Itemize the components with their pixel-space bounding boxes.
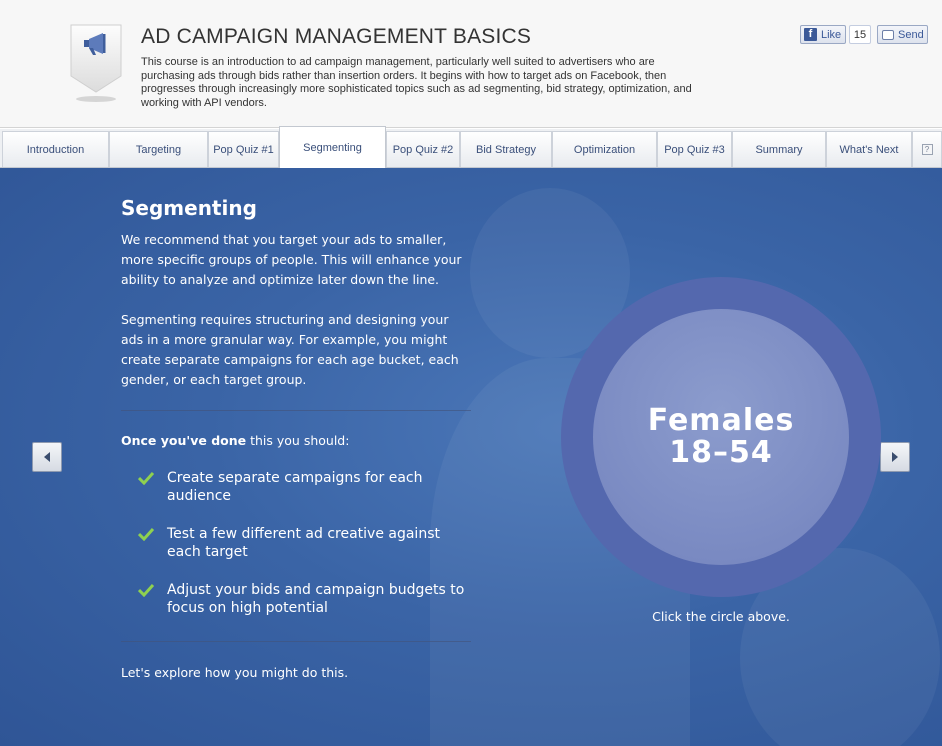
help-button[interactable]: ? [912, 131, 942, 167]
tab-segmenting[interactable]: Segmenting [279, 126, 386, 168]
course-header: AD CAMPAIGN MANAGEMENT BASICS This cours… [0, 0, 942, 128]
course-tabs: Introduction Targeting Pop Quiz #1 Segme… [0, 126, 942, 168]
checklist-item: Create separate campaigns for each audie… [137, 469, 478, 505]
divider [121, 641, 471, 642]
previous-button[interactable] [32, 442, 62, 472]
send-button[interactable]: Send [877, 25, 928, 44]
course-title: AD CAMPAIGN MANAGEMENT BASICS [141, 25, 532, 48]
megaphone-badge [70, 24, 122, 104]
checklist-intro: Once you've done this you should: [121, 433, 349, 448]
checklist-item-text: Test a few different ad creative against… [167, 526, 440, 560]
send-icon [882, 29, 894, 40]
like-count: 15 [849, 25, 871, 44]
segment-label-line1: Females [647, 403, 795, 438]
checklist-item-text: Adjust your bids and campaign budgets to… [167, 582, 465, 616]
megaphone-icon [70, 24, 122, 102]
send-label: Send [898, 28, 924, 41]
tab-pop-quiz-1[interactable]: Pop Quiz #1 [208, 131, 279, 167]
checkmark-icon [137, 469, 167, 505]
section-title: Segmenting [121, 196, 257, 220]
explore-text: Let's explore how you might do this. [121, 665, 349, 680]
lesson-panel: Segmenting We recommend that you target … [0, 168, 942, 746]
tab-summary[interactable]: Summary [732, 131, 826, 167]
intro-paragraph: We recommend that you target your ads to… [121, 232, 462, 287]
checklist-item: Adjust your bids and campaign budgets to… [137, 581, 478, 617]
like-button[interactable]: f Like [800, 25, 846, 44]
detail-paragraph: Segmenting requires structuring and desi… [121, 312, 459, 387]
course-description: This course is an introduction to ad cam… [141, 56, 692, 109]
tab-bid-strategy[interactable]: Bid Strategy [460, 131, 552, 167]
help-icon: ? [921, 144, 933, 155]
checkmark-icon [137, 581, 167, 617]
checklist-intro-rest: this you should: [246, 433, 350, 448]
tab-introduction[interactable]: Introduction [2, 131, 109, 167]
next-button[interactable] [880, 442, 910, 472]
tab-pop-quiz-2[interactable]: Pop Quiz #2 [386, 131, 460, 167]
arrow-left-icon [44, 452, 50, 462]
tab-targeting[interactable]: Targeting [109, 131, 208, 167]
tab-pop-quiz-3[interactable]: Pop Quiz #3 [657, 131, 732, 167]
tab-optimization[interactable]: Optimization [552, 131, 657, 167]
facebook-icon: f [804, 28, 817, 41]
segment-label-line2: 18–54 [669, 435, 773, 470]
tab-whats-next[interactable]: What's Next [826, 131, 912, 167]
divider [121, 410, 471, 411]
checkmark-icon [137, 525, 167, 561]
like-label: Like [821, 28, 842, 41]
segment-circle[interactable]: Females 18–54 [593, 309, 849, 565]
checklist-item: Test a few different ad creative against… [137, 525, 478, 561]
circle-caption: Click the circle above. [652, 609, 790, 624]
checklist-intro-bold: Once you've done [121, 433, 247, 448]
arrow-right-icon [892, 452, 898, 462]
checklist-item-text: Create separate campaigns for each audie… [167, 470, 423, 504]
